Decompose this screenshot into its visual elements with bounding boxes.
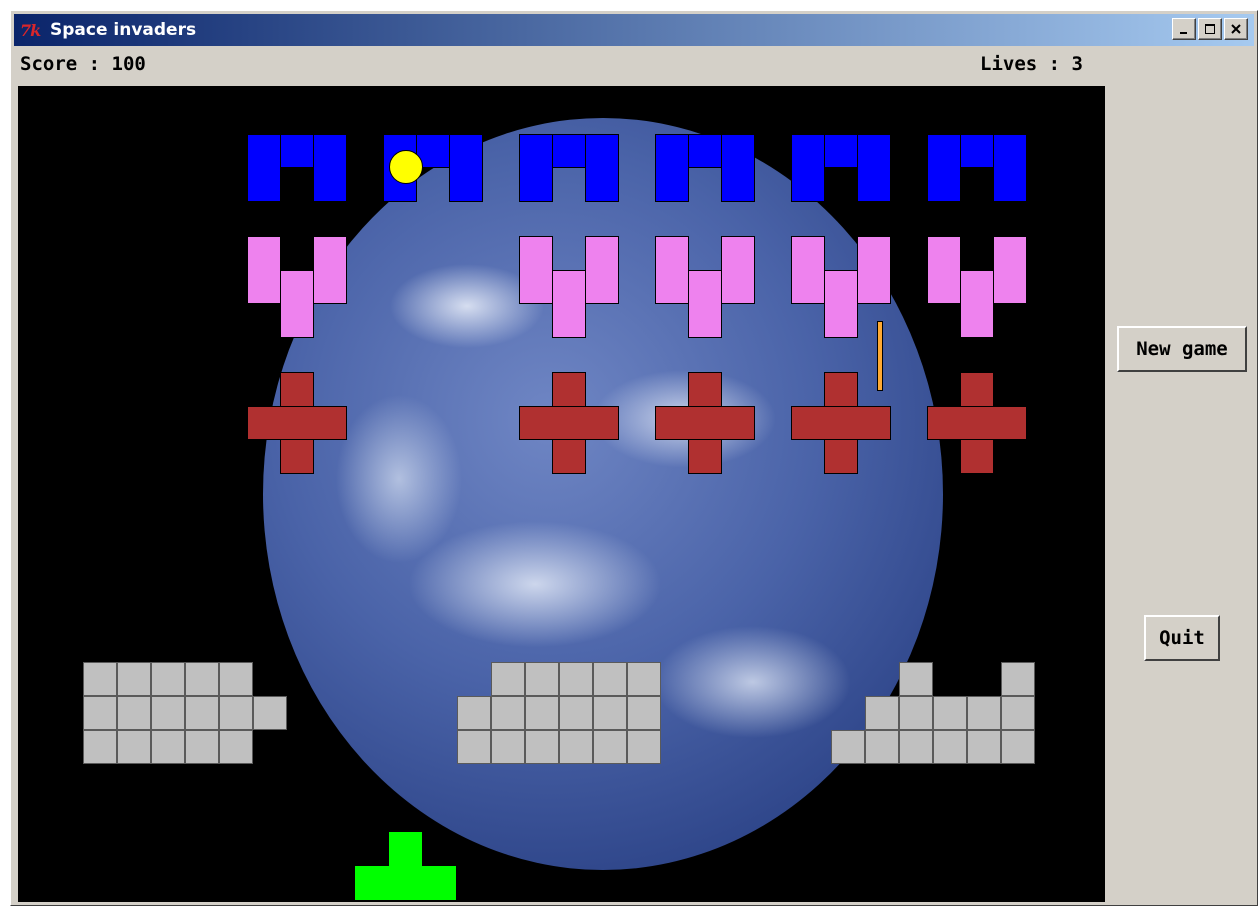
maximize-icon [1205, 24, 1215, 34]
quit-button[interactable]: Quit [1144, 615, 1220, 661]
close-icon [1231, 24, 1241, 34]
window-controls [1172, 18, 1248, 40]
bullet-projectile [877, 321, 883, 391]
close-button[interactable] [1224, 18, 1248, 40]
lives-label: Lives : 3 [980, 53, 1083, 75]
maximize-button[interactable] [1198, 18, 1222, 40]
score-label: Score : 100 [20, 53, 146, 75]
tk-logo-icon: 7k [20, 20, 41, 40]
ball-projectile [389, 150, 423, 184]
window-title: Space invaders [50, 20, 197, 40]
game-canvas[interactable] [18, 86, 1105, 902]
minimize-icon [1180, 32, 1187, 34]
minimize-button[interactable] [1172, 18, 1196, 40]
title-bar[interactable]: 7k Space invaders [14, 14, 1254, 46]
new-game-button[interactable]: New game [1117, 326, 1247, 372]
